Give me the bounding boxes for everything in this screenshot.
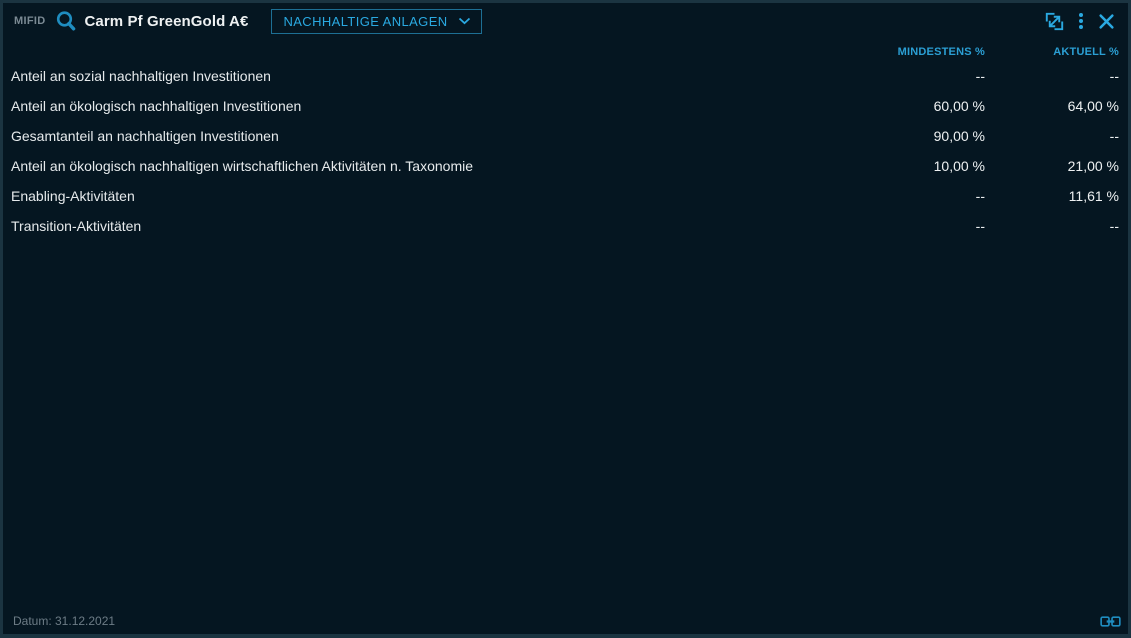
row-current-value: --	[985, 68, 1119, 84]
column-header-mindestens: MINDESTENS %	[845, 46, 985, 58]
row-label: Transition-Aktivitäten	[11, 218, 845, 234]
row-min-value: --	[845, 218, 985, 234]
table-body: Anteil an sozial nachhaltigen Investitio…	[3, 61, 1128, 241]
row-min-value: --	[845, 188, 985, 204]
mifid-window: MIFID Carm Pf GreenGold A€ NACHHALTIGE A…	[0, 0, 1131, 638]
row-min-value: 60,00 %	[845, 98, 985, 114]
search-icon[interactable]	[55, 10, 77, 32]
table-row: Gesamtanteil an nachhaltigen Investition…	[3, 121, 1128, 151]
table-header-row: MINDESTENS % AKTUELL %	[3, 39, 1128, 61]
row-current-value: 11,61 %	[985, 188, 1119, 204]
column-header-aktuell: AKTUELL %	[985, 46, 1119, 58]
row-label: Gesamtanteil an nachhaltigen Investition…	[11, 128, 845, 144]
footer: Datum: 31.12.2021	[3, 614, 1128, 634]
view-selector-dropdown[interactable]: NACHHALTIGE ANLAGEN	[271, 9, 481, 34]
instrument-name: Carm Pf GreenGold A€	[84, 13, 248, 30]
window-title: MIFID	[14, 15, 45, 27]
sustainability-table: MINDESTENS % AKTUELL % Anteil an sozial …	[3, 39, 1128, 241]
table-row: Anteil an ökologisch nachhaltigen Invest…	[3, 91, 1128, 121]
close-icon[interactable]	[1098, 13, 1115, 30]
table-row: Transition-Aktivitäten -- --	[3, 211, 1128, 241]
window-actions	[1045, 12, 1120, 31]
row-label: Anteil an sozial nachhaltigen Investitio…	[11, 68, 845, 84]
row-label: Anteil an ökologisch nachhaltigen Invest…	[11, 98, 845, 114]
title-bar: MIFID Carm Pf GreenGold A€ NACHHALTIGE A…	[3, 3, 1128, 39]
row-current-value: 64,00 %	[985, 98, 1119, 114]
table-row: Anteil an ökologisch nachhaltigen wirtsc…	[3, 151, 1128, 181]
date-label: Datum: 31.12.2021	[13, 614, 115, 628]
row-min-value: --	[845, 68, 985, 84]
expand-icon[interactable]	[1045, 12, 1064, 31]
row-min-value: 10,00 %	[845, 158, 985, 174]
instrument-search[interactable]: Carm Pf GreenGold A€	[55, 10, 248, 32]
row-current-value: 21,00 %	[985, 158, 1119, 174]
link-icon[interactable]	[1100, 615, 1121, 628]
row-label: Anteil an ökologisch nachhaltigen wirtsc…	[11, 158, 845, 174]
row-label: Enabling-Aktivitäten	[11, 188, 845, 204]
table-row: Anteil an sozial nachhaltigen Investitio…	[3, 61, 1128, 91]
row-current-value: --	[985, 218, 1119, 234]
table-row: Enabling-Aktivitäten -- 11,61 %	[3, 181, 1128, 211]
kebab-menu-icon[interactable]	[1079, 13, 1083, 29]
chevron-down-icon	[458, 17, 471, 25]
view-selector-label: NACHHALTIGE ANLAGEN	[283, 14, 447, 29]
row-min-value: 90,00 %	[845, 128, 985, 144]
row-current-value: --	[985, 128, 1119, 144]
